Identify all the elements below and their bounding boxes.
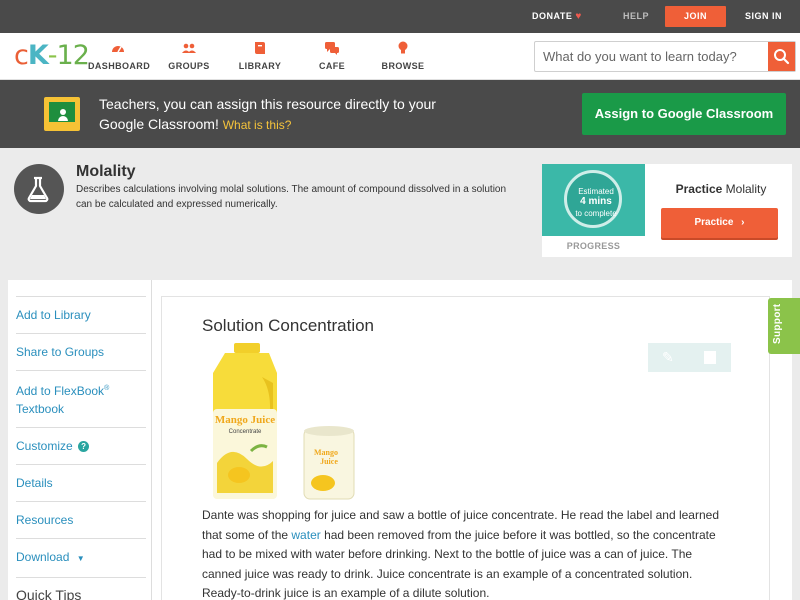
search-input[interactable]	[535, 42, 769, 71]
ck12-logo[interactable]: cK-12	[14, 40, 90, 71]
support-label: Support	[772, 303, 783, 344]
support-tab[interactable]: Support	[768, 298, 800, 354]
donate-label: DONATE	[532, 11, 573, 21]
sidebar-item-label: Details	[16, 476, 53, 490]
google-classroom-banner: Teachers, you can assign this resource d…	[0, 80, 800, 148]
left-sidebar: Add to Library Share to Groups Add to Fl…	[8, 280, 151, 600]
heart-icon: ♥	[575, 11, 582, 22]
notes-icon[interactable]	[704, 351, 716, 364]
lesson-heading: Solution Concentration	[202, 316, 375, 335]
search-button[interactable]	[768, 42, 795, 71]
cafe-chat-icon	[325, 42, 339, 55]
what-is-this-link[interactable]: What is this?	[223, 118, 292, 132]
practice-estimate-graphic: Estimated 4 mins to complete	[542, 164, 645, 236]
sidebar-item-label: Customize	[16, 439, 73, 453]
flask-concept-icon	[14, 164, 64, 214]
nav-label: GROUPS	[168, 61, 210, 71]
progress-label: PROGRESS	[566, 241, 621, 251]
nav-label: DASHBOARD	[88, 61, 151, 71]
pencil-icon[interactable]: ✎	[662, 349, 674, 366]
sidebar-item-share-to-groups[interactable]: Share to Groups	[16, 333, 146, 370]
caret-down-icon: ▼	[76, 554, 85, 563]
nav-label: CAFE	[318, 61, 346, 71]
jug-sublabel: Concentrate	[229, 429, 262, 435]
estimate-line-3: to complete	[575, 209, 617, 218]
sidebar-item-label-line2: Textbook	[16, 402, 65, 416]
groups-people-icon	[182, 43, 196, 53]
practice-title-topic: Molality	[725, 182, 767, 196]
join-button[interactable]: JOIN	[665, 6, 726, 27]
help-question-icon[interactable]: ?	[78, 441, 90, 452]
logo-dash: -	[47, 40, 58, 71]
sidebar-item-label: Add to Library	[16, 308, 91, 322]
logo-number: 12	[56, 40, 90, 71]
lesson-paragraph: Dante was shopping for juice and saw a b…	[202, 506, 732, 600]
help-link[interactable]: HELP	[623, 0, 649, 33]
estimate-badge: Estimated 4 mins to complete	[564, 170, 622, 228]
sidebar-item-customize[interactable]: Customize ?	[16, 427, 146, 464]
chevron-right-icon: ›	[741, 217, 745, 228]
browse-bulb-icon	[398, 41, 408, 54]
sidebar-item-add-to-flexbook[interactable]: Add to FlexBook® Textbook	[16, 370, 146, 427]
donate-link[interactable]: DONATE ♥	[532, 0, 582, 33]
can-label-2: Juice	[320, 457, 338, 466]
sidebar-item-add-to-library[interactable]: Add to Library	[16, 296, 146, 333]
concept-title: Molality	[76, 163, 136, 180]
practice-button-label: Practice	[694, 217, 734, 228]
sidebar-actions: Add to Library Share to Groups Add to Fl…	[16, 296, 146, 600]
nav-label: LIBRARY	[238, 61, 282, 71]
nav-browse[interactable]: BROWSE	[381, 40, 425, 76]
can-label-1: Mango	[314, 448, 338, 457]
estimate-line-1: Estimated	[578, 187, 614, 196]
sign-in-link[interactable]: SIGN IN	[745, 0, 782, 33]
practice-title: Practice Molality	[661, 182, 781, 196]
nav-groups[interactable]: GROUPS	[166, 40, 212, 76]
estimate-line-2: 4 mins	[580, 196, 612, 207]
sidebar-item-resources[interactable]: Resources	[16, 501, 146, 538]
jug-label: Mango Juice	[215, 414, 275, 426]
search-icon	[774, 49, 790, 65]
banner-message: Teachers, you can assign this resource d…	[99, 94, 459, 135]
top-utility-bar: DONATE ♥ HELP JOIN SIGN IN	[0, 0, 800, 33]
practice-card: Estimated 4 mins to complete PROGRESS Pr…	[542, 164, 792, 257]
logo-c: c	[14, 40, 29, 71]
mango-juice-illustration: Mango Juice Concentrate Mango Juice	[213, 343, 355, 500]
sidebar-item-label: Resources	[16, 513, 74, 527]
library-book-icon	[255, 42, 265, 54]
sidebar-item-label: Download	[16, 550, 70, 564]
assign-to-google-classroom-button[interactable]: Assign to Google Classroom	[582, 93, 786, 135]
concept-description: Describes calculations involving molal s…	[76, 184, 507, 210]
dashboard-gauge-icon	[112, 46, 124, 53]
logo-k: K	[27, 40, 49, 71]
sidebar-item-label: Share to Groups	[16, 345, 105, 359]
nav-library[interactable]: LIBRARY	[237, 40, 283, 76]
registered-mark: ®	[104, 385, 110, 392]
nav-label: BROWSE	[381, 61, 425, 71]
main-navigation: cK-12 DASHBOARD GROUPS LIBRARY CAFE BROW…	[0, 33, 800, 80]
nav-dashboard[interactable]: DASHBOARD	[88, 40, 151, 76]
nav-cafe[interactable]: CAFE	[314, 40, 350, 76]
lesson-tools: ✎	[648, 343, 731, 372]
sidebar-item-label: Add to FlexBook	[16, 384, 105, 398]
sidebar-item-details[interactable]: Details	[16, 464, 146, 501]
lesson-card: Solution Concentration ✎ Mango Juice Con…	[161, 296, 770, 600]
google-classroom-icon	[44, 97, 80, 131]
water-link[interactable]: water	[291, 528, 320, 542]
quick-tips-heading: Quick Tips	[16, 577, 146, 600]
practice-button[interactable]: Practice ›	[661, 208, 778, 238]
sidebar-item-download[interactable]: Download ▼	[16, 538, 146, 577]
search-box	[534, 41, 796, 72]
practice-title-bold: Practice	[675, 182, 723, 196]
